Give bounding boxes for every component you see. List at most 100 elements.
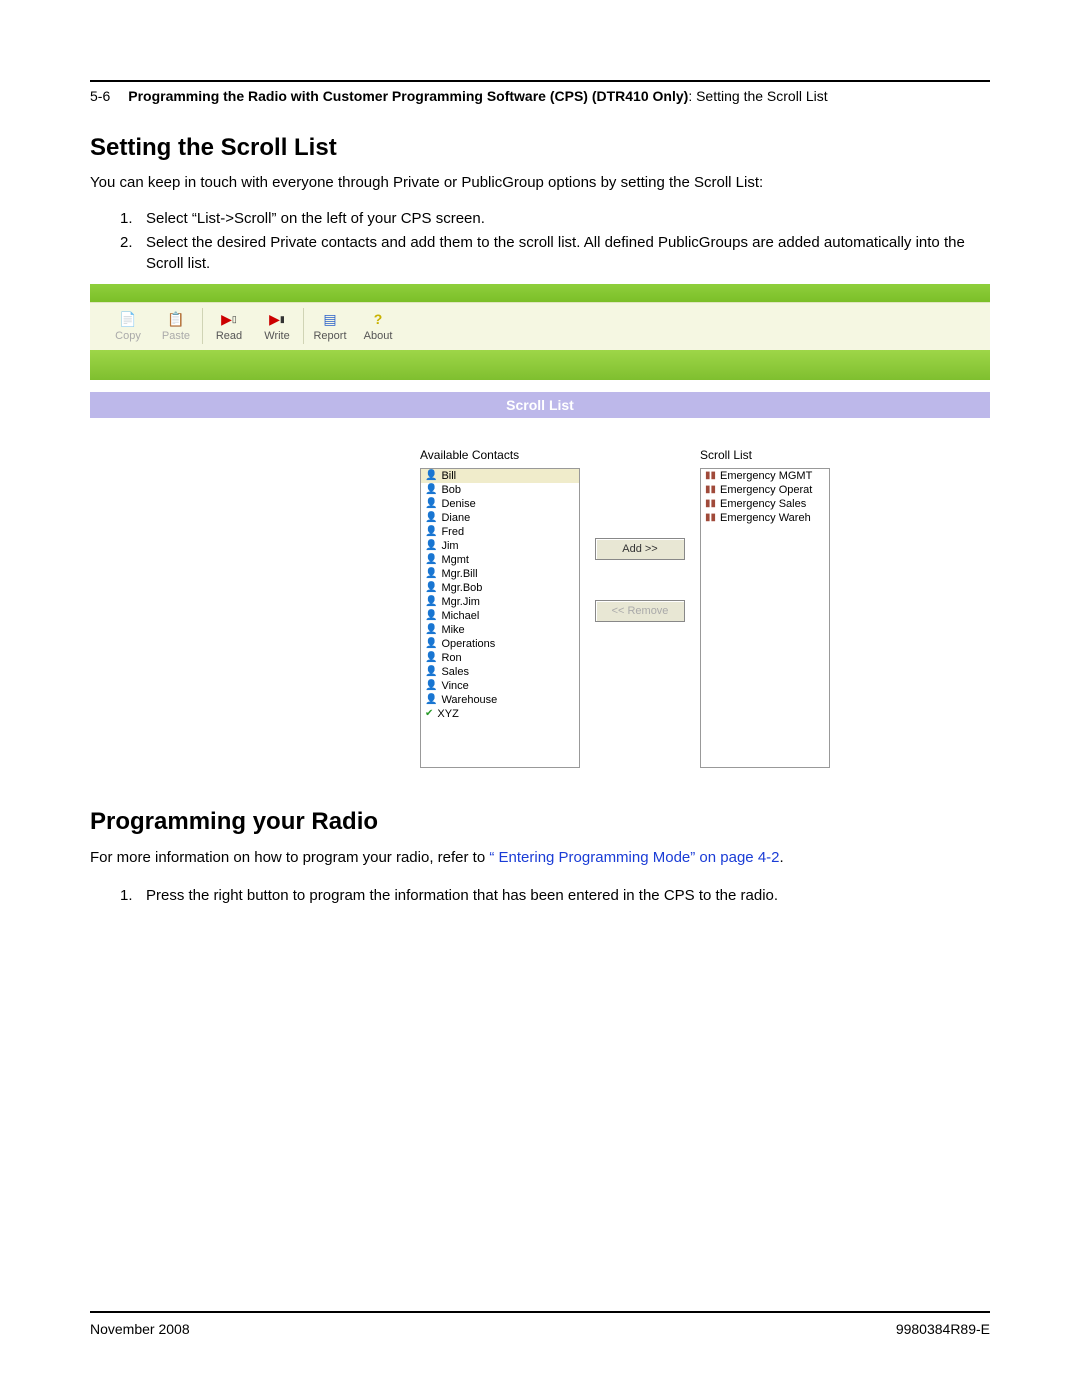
- cps-screenshot: 📄 Copy 📋 Paste ▶▯ Read ▶▮ Write ▤ Report: [90, 284, 990, 778]
- contact-name: Bill: [441, 470, 456, 482]
- header-title-rest: : Setting the Scroll List: [688, 88, 827, 104]
- list-item: 2. Select the desired Private contacts a…: [120, 233, 990, 274]
- toolbar-label: Copy: [104, 330, 152, 342]
- contact-name: Mgmt: [441, 554, 469, 566]
- person-icon: 👤: [425, 470, 437, 481]
- toolbar-label: Read: [205, 330, 253, 342]
- person-icon: 👤: [425, 610, 437, 621]
- person-icon: 👤: [425, 568, 437, 579]
- copy-button[interactable]: 📄 Copy: [104, 310, 152, 342]
- contact-name: Michael: [441, 610, 479, 622]
- contact-item[interactable]: 👤Operations: [421, 637, 579, 651]
- contact-name: Warehouse: [441, 694, 497, 706]
- section-intro: You can keep in touch with everyone thro…: [90, 174, 990, 191]
- read-button[interactable]: ▶▯ Read: [205, 310, 253, 342]
- person-icon: 👤: [425, 582, 437, 593]
- list-number: 1.: [120, 886, 146, 906]
- person-icon: 👤: [425, 638, 437, 649]
- person-icon: 👤: [425, 498, 437, 509]
- person-icon: 👤: [425, 666, 437, 677]
- scroll-list-column: Scroll List ▮▮Emergency MGMT▮▮Emergency …: [700, 448, 830, 768]
- contact-item[interactable]: 👤 Mgr.Bill: [421, 567, 579, 581]
- section1-steps: 1. Select “List->Scroll” on the left of …: [120, 209, 990, 274]
- contact-name: Mike: [441, 624, 464, 636]
- check-icon: ✔: [425, 708, 433, 719]
- contact-item[interactable]: 👤 Mgmt: [421, 553, 579, 567]
- contact-item[interactable]: 👤 Bill: [421, 469, 579, 483]
- paste-button[interactable]: 📋 Paste: [152, 310, 200, 342]
- toolbar-stripe: [90, 350, 990, 380]
- page-header: 5-6 Programming the Radio with Customer …: [90, 88, 990, 104]
- copy-icon: 📄: [104, 310, 152, 328]
- contact-name: Jim: [441, 540, 458, 552]
- contact-name: Fred: [441, 526, 464, 538]
- group-item[interactable]: ▮▮Emergency MGMT: [701, 469, 829, 483]
- help-icon: ?: [354, 310, 402, 328]
- add-button[interactable]: Add >>: [595, 538, 685, 560]
- contact-item[interactable]: 👤 Fred: [421, 525, 579, 539]
- read-icon: ▶▯: [205, 310, 253, 328]
- group-item[interactable]: ▮▮ Emergency Wareh: [701, 511, 829, 525]
- contact-item[interactable]: 👤 Ron: [421, 651, 579, 665]
- contact-name: Bob: [441, 484, 461, 496]
- available-contacts-listbox[interactable]: 👤Bill👤Bob👤Denise👤Diane👤Fred👤Jim👤Mgmt👤Mgr…: [420, 468, 580, 768]
- contact-name: Ron: [441, 652, 461, 664]
- contact-item[interactable]: 👤 Michael: [421, 609, 579, 623]
- available-contacts-column: Available Contacts 👤Bill👤Bob👤Denise👤Dian…: [420, 448, 580, 768]
- footer-date: November 2008: [90, 1321, 190, 1337]
- group-icon: ▮▮: [705, 470, 716, 481]
- list-item: 1. Press the right button to program the…: [120, 886, 990, 906]
- write-icon: ▶▮: [253, 310, 301, 328]
- list-text: Select “List->Scroll” on the left of you…: [146, 209, 990, 229]
- contact-item[interactable]: 👤Mgr.Jim: [421, 595, 579, 609]
- list-item: 1. Select “List->Scroll” on the left of …: [120, 209, 990, 229]
- contact-name: Mgr.Bill: [441, 568, 477, 580]
- contact-item[interactable]: 👤 Vince: [421, 679, 579, 693]
- contact-item[interactable]: 👤Sales: [421, 665, 579, 679]
- contact-item[interactable]: 👤 Mgr.Bob: [421, 581, 579, 595]
- para-post: .: [780, 849, 784, 866]
- para-pre: For more information on how to program y…: [90, 849, 489, 866]
- person-icon: 👤: [425, 652, 437, 663]
- contact-name: Mgr.Jim: [441, 596, 480, 608]
- contact-item[interactable]: 👤Jim: [421, 539, 579, 553]
- person-icon: 👤: [425, 526, 437, 537]
- header-title: Programming the Radio with Customer Prog…: [128, 88, 827, 104]
- report-button[interactable]: ▤ Report: [306, 310, 354, 342]
- page-number: 5-6: [90, 88, 110, 104]
- person-icon: 👤: [425, 680, 437, 691]
- person-icon: 👤: [425, 554, 437, 565]
- list-text: Press the right button to program the in…: [146, 886, 990, 906]
- contact-name: Denise: [441, 498, 475, 510]
- contact-name: Mgr.Bob: [441, 582, 482, 594]
- panel-title: Scroll List: [506, 397, 574, 413]
- group-icon: ▮▮: [705, 512, 716, 523]
- contact-item[interactable]: 👤Bob: [421, 483, 579, 497]
- list-number: 2.: [120, 233, 146, 274]
- toolbar-separator: [202, 308, 203, 344]
- scroll-list-listbox[interactable]: ▮▮Emergency MGMT▮▮Emergency Operat▮▮Emer…: [700, 468, 830, 768]
- group-icon: ▮▮: [705, 484, 716, 495]
- remove-button[interactable]: << Remove: [595, 600, 685, 622]
- about-button[interactable]: ? About: [354, 310, 402, 342]
- toolbar-label: Write: [253, 330, 301, 342]
- group-item[interactable]: ▮▮Emergency Operat: [701, 483, 829, 497]
- person-icon: 👤: [425, 512, 437, 523]
- write-button[interactable]: ▶▮ Write: [253, 310, 301, 342]
- person-icon: 👤: [425, 624, 437, 635]
- group-item[interactable]: ▮▮ Emergency Sales: [701, 497, 829, 511]
- contact-item[interactable]: 👤 Diane: [421, 511, 579, 525]
- group-icon: ▮▮: [705, 498, 716, 509]
- contact-item[interactable]: ✔XYZ: [421, 707, 579, 721]
- contact-item[interactable]: 👤 Warehouse: [421, 693, 579, 707]
- person-icon: 👤: [425, 694, 437, 705]
- contact-item[interactable]: 👤 Mike: [421, 623, 579, 637]
- list-text: Select the desired Private contacts and …: [146, 233, 990, 274]
- cross-ref-link[interactable]: “ Entering Programming Mode” on page 4-2: [489, 849, 779, 866]
- contact-name: Vince: [441, 680, 468, 692]
- group-name: Emergency Sales: [720, 498, 806, 510]
- contact-name: Diane: [441, 512, 470, 524]
- panel-title-bar: Scroll List: [90, 392, 990, 418]
- group-name: Emergency Wareh: [720, 512, 811, 524]
- contact-item[interactable]: 👤 Denise: [421, 497, 579, 511]
